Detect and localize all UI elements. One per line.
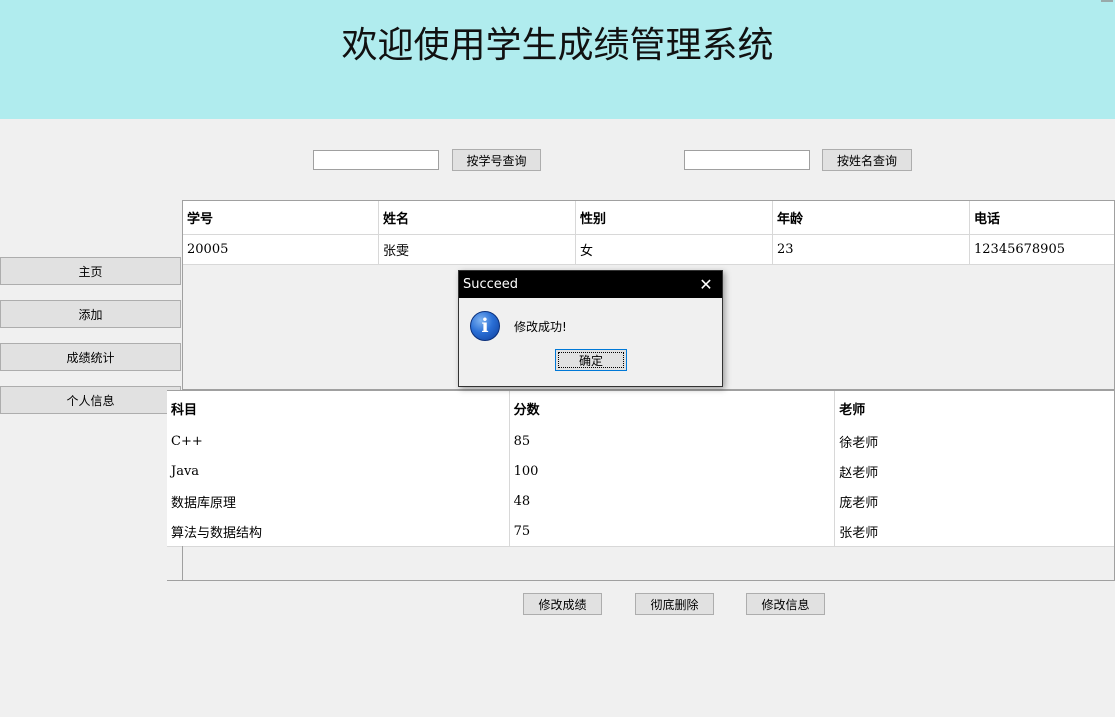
dialog-titlebar[interactable]: Succeed ✕ bbox=[459, 271, 722, 298]
close-icon[interactable]: ✕ bbox=[696, 273, 716, 295]
table-cell[interactable]: 赵老师 bbox=[835, 456, 1114, 486]
sidebar-item-grade-stats[interactable]: 成绩统计 bbox=[0, 343, 181, 371]
table-cell[interactable]: 数据库原理 bbox=[167, 486, 510, 516]
edit-info-button[interactable]: 修改信息 bbox=[746, 593, 825, 615]
table-cell[interactable]: 75 bbox=[510, 516, 836, 546]
table-cell[interactable]: 徐老师 bbox=[835, 426, 1114, 456]
table-cell[interactable]: 23 bbox=[773, 235, 970, 264]
table-row[interactable]: C++ 85 徐老师 bbox=[167, 426, 1114, 457]
sidebar-item-home[interactable]: 主页 bbox=[0, 257, 181, 285]
column-header[interactable]: 年龄 bbox=[773, 201, 970, 234]
sidebar-item-profile[interactable]: 个人信息 bbox=[0, 386, 181, 414]
table-row[interactable]: 数据库原理 48 庞老师 bbox=[167, 486, 1114, 517]
table-cell[interactable]: 张老师 bbox=[835, 516, 1114, 546]
table-cell[interactable]: 12345678905 bbox=[970, 235, 1114, 264]
table-cell[interactable]: 85 bbox=[510, 426, 836, 456]
sidebar-item-add[interactable]: 添加 bbox=[0, 300, 181, 328]
table-cell[interactable]: C++ bbox=[167, 426, 510, 456]
dialog-message: 修改成功! bbox=[514, 320, 567, 334]
window-control-icon[interactable] bbox=[1101, 0, 1113, 2]
table-row[interactable]: Java 100 赵老师 bbox=[167, 456, 1114, 487]
search-by-name-button[interactable]: 按姓名查询 bbox=[822, 149, 912, 171]
ok-button[interactable]: 确定 bbox=[555, 349, 627, 371]
grades-table-empty-area bbox=[182, 546, 1115, 581]
table-cell[interactable]: 女 bbox=[576, 235, 773, 264]
dialog-title: Succeed bbox=[463, 277, 519, 292]
table-cell[interactable]: 算法与数据结构 bbox=[167, 516, 510, 546]
search-by-id-button[interactable]: 按学号查询 bbox=[452, 149, 541, 171]
table-cell[interactable]: 48 bbox=[510, 486, 836, 516]
table-row[interactable]: 20005 张雯 女 23 12345678905 bbox=[183, 235, 1114, 265]
student-name-search-input[interactable] bbox=[684, 150, 810, 170]
table-cell[interactable]: Java bbox=[167, 456, 510, 486]
table-row[interactable]: 算法与数据结构 75 张老师 bbox=[167, 516, 1114, 547]
column-header[interactable]: 学号 bbox=[183, 201, 379, 234]
student-id-search-input[interactable] bbox=[313, 150, 439, 170]
success-dialog: Succeed ✕ i 修改成功! 确定 bbox=[458, 270, 723, 387]
column-header[interactable]: 科目 bbox=[167, 391, 510, 426]
table-cell[interactable]: 张雯 bbox=[379, 235, 576, 264]
table-cell[interactable]: 庞老师 bbox=[835, 486, 1114, 516]
column-header[interactable]: 性别 bbox=[576, 201, 773, 234]
app-header: 欢迎使用学生成绩管理系统 bbox=[0, 0, 1115, 119]
table-cell[interactable]: 20005 bbox=[183, 235, 379, 264]
info-icon: i bbox=[470, 311, 500, 341]
table-header-row: 科目 分数 老师 bbox=[167, 391, 1114, 427]
column-header[interactable]: 电话 bbox=[970, 201, 1114, 234]
column-header[interactable]: 姓名 bbox=[379, 201, 576, 234]
column-header[interactable]: 分数 bbox=[510, 391, 836, 426]
delete-all-button[interactable]: 彻底删除 bbox=[635, 593, 714, 615]
edit-grades-button[interactable]: 修改成绩 bbox=[523, 593, 602, 615]
table-header-row: 学号 姓名 性别 年龄 电话 bbox=[183, 201, 1114, 235]
page-title: 欢迎使用学生成绩管理系统 bbox=[341, 25, 774, 66]
column-header[interactable]: 老师 bbox=[835, 391, 1114, 426]
table-cell[interactable]: 100 bbox=[510, 456, 836, 486]
